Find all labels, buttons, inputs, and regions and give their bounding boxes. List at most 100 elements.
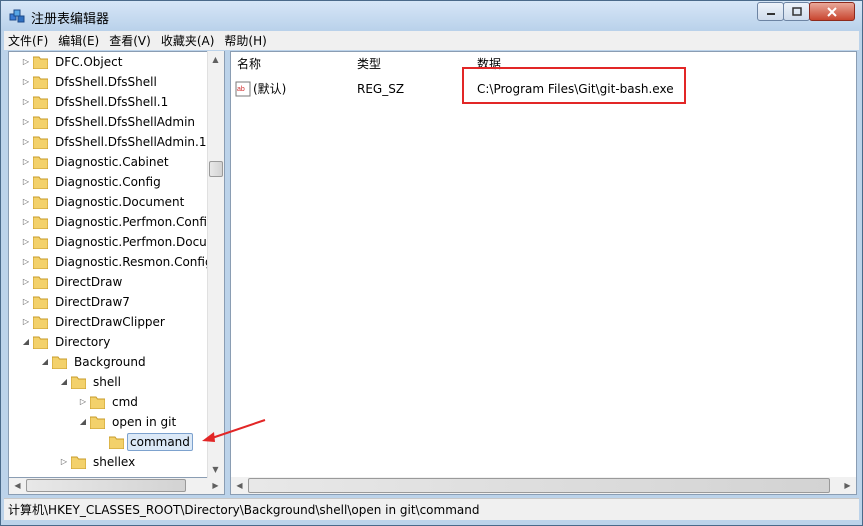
title-bar[interactable]: 注册表编辑器: [1, 1, 862, 31]
collapse-arrow-icon[interactable]: ◢: [40, 352, 50, 372]
folder-icon: [33, 176, 48, 189]
minimize-button[interactable]: [757, 2, 784, 21]
folder-icon: [33, 116, 48, 129]
tree-item[interactable]: ▷ Diagnostic.Document: [9, 192, 209, 212]
maximize-button[interactable]: [783, 2, 810, 21]
tree-item-label: Directory: [55, 335, 111, 349]
collapse-arrow-icon[interactable]: ◢: [21, 332, 31, 352]
regedit-app-icon: [9, 9, 25, 23]
maximize-icon: [791, 6, 802, 16]
expand-arrow-icon[interactable]: ▷: [21, 132, 31, 152]
tree-item[interactable]: ▷ Diagnostic.Resmon.Config: [9, 252, 213, 272]
folder-open-icon: [52, 356, 67, 369]
tree-item-label: DirectDrawClipper: [55, 315, 165, 329]
folder-open-icon: [71, 376, 86, 389]
tree-item[interactable]: ▷ DirectDraw7: [9, 292, 209, 312]
expand-arrow-icon[interactable]: ▷: [21, 272, 31, 292]
folder-icon: [33, 136, 48, 149]
folder-icon: [33, 56, 48, 69]
collapse-arrow-icon[interactable]: ◢: [59, 372, 69, 392]
folder-icon: [90, 396, 105, 409]
scroll-left-icon[interactable]: ◀: [10, 478, 25, 493]
scroll-down-icon[interactable]: ▼: [208, 462, 223, 477]
scroll-thumb[interactable]: [209, 161, 223, 177]
tree-item-cmd[interactable]: ▷ cmd: [9, 392, 209, 412]
column-header-name[interactable]: 名称: [231, 53, 351, 75]
minimize-icon: [766, 12, 775, 15]
expand-arrow-icon[interactable]: ▷: [21, 172, 31, 192]
annotation-arrow-icon: [202, 419, 266, 442]
expand-arrow-icon[interactable]: ▷: [21, 292, 31, 312]
list-horizontal-scrollbar[interactable]: ◀ ▶: [231, 477, 856, 494]
tree-item[interactable]: ▷ DFC.Object: [9, 52, 209, 72]
tree-item-label: DfsShell.DfsShell.1: [55, 95, 169, 109]
tree-item-open-in-git[interactable]: ◢ open in git: [9, 412, 209, 432]
expand-arrow-icon[interactable]: ▷: [21, 232, 31, 252]
tree-horizontal-scrollbar[interactable]: ◀ ▶: [8, 478, 225, 495]
expand-arrow-icon[interactable]: ▷: [21, 192, 31, 212]
folder-open-icon: [109, 436, 124, 449]
expand-arrow-icon[interactable]: ▷: [21, 72, 31, 92]
tree-item[interactable]: ▷ DirectDrawClipper: [9, 312, 209, 332]
menu-view[interactable]: 查看(V): [105, 32, 155, 49]
regedit-window: 注册表编辑器 文件(F) 编辑(E) 查看(V) 收藏夹(A) 帮助(H) ▷ …: [0, 0, 863, 526]
scroll-thumb[interactable]: [26, 479, 186, 492]
column-header-type[interactable]: 类型: [351, 53, 471, 75]
tree-item[interactable]: ▷ Diagnostic.Perfmon.Docur: [9, 232, 212, 252]
expand-arrow-icon[interactable]: ▷: [59, 452, 69, 472]
tree-item-label: DFC.Object: [55, 55, 123, 69]
values-list[interactable]: 名称 类型 数据 ab (默认) REG_SZ C:\Program Files…: [230, 51, 857, 495]
collapse-arrow-icon[interactable]: ◢: [78, 412, 88, 432]
folder-icon: [33, 316, 48, 329]
tree-item-label: Background: [74, 355, 146, 369]
tree-item[interactable]: ▷ DfsShell.DfsShellAdmin.1: [9, 132, 209, 152]
scroll-thumb[interactable]: [248, 478, 830, 493]
scroll-left-icon[interactable]: ◀: [232, 478, 247, 493]
tree-item[interactable]: ▷ Diagnostic.Perfmon.Config: [9, 212, 215, 232]
registry-tree[interactable]: ▷ DFC.Object ▷ DfsShell.DfsShell ▷ DfsSh…: [8, 51, 225, 478]
tree-vertical-scrollbar[interactable]: ▲ ▼: [207, 51, 224, 478]
tree-item-shellex[interactable]: ▷ shellex: [9, 452, 209, 472]
expand-arrow-icon[interactable]: ▷: [21, 252, 31, 272]
tree-item-label: DirectDraw: [55, 275, 123, 289]
scroll-right-icon[interactable]: ▶: [208, 478, 223, 493]
menu-edit[interactable]: 编辑(E): [54, 32, 103, 49]
folder-open-icon: [90, 416, 105, 429]
tree-item[interactable]: ▷ Diagnostic.Config: [9, 172, 209, 192]
status-bar: 计算机\HKEY_CLASSES_ROOT\Directory\Backgrou…: [4, 498, 859, 520]
scroll-right-icon[interactable]: ▶: [840, 478, 855, 493]
tree-item-label: Diagnostic.Cabinet: [55, 155, 169, 169]
tree-item-background[interactable]: ◢ Background: [9, 352, 209, 372]
tree-item-directory[interactable]: ◢ Directory: [9, 332, 209, 352]
tree-item-label: Diagnostic.Perfmon.Config: [55, 215, 215, 229]
folder-icon: [33, 236, 48, 249]
expand-arrow-icon[interactable]: ▷: [78, 392, 88, 412]
tree-item[interactable]: ▷ Diagnostic.Cabinet: [9, 152, 209, 172]
menu-file[interactable]: 文件(F): [4, 32, 52, 49]
expand-arrow-icon[interactable]: ▷: [21, 152, 31, 172]
tree-item[interactable]: ▷ DfsShell.DfsShell.1: [9, 92, 209, 112]
folder-icon: [33, 76, 48, 89]
tree-item-label-selected: command: [127, 433, 193, 451]
tree-item-label: DfsShell.DfsShellAdmin.1: [55, 135, 207, 149]
folder-icon: [33, 276, 48, 289]
tree-item-command[interactable]: command: [9, 432, 209, 452]
tree-item[interactable]: ▷ DfsShell.DfsShellAdmin: [9, 112, 209, 132]
scroll-up-icon[interactable]: ▲: [208, 52, 223, 67]
expand-arrow-icon[interactable]: ▷: [21, 312, 31, 332]
annotation-highlight-box: [462, 67, 686, 104]
expand-arrow-icon[interactable]: ▷: [21, 112, 31, 132]
expand-arrow-icon[interactable]: ▷: [21, 52, 31, 72]
folder-icon: [33, 256, 48, 269]
menu-favorites[interactable]: 收藏夹(A): [157, 32, 219, 49]
tree-item[interactable]: ▷ DfsShell.DfsShell: [9, 72, 209, 92]
tree-item-shell[interactable]: ◢ shell: [9, 372, 209, 392]
tree-item-label: open in git: [112, 415, 177, 429]
folder-icon: [33, 156, 48, 169]
expand-arrow-icon[interactable]: ▷: [21, 92, 31, 112]
close-button[interactable]: [809, 2, 855, 21]
folder-icon: [33, 96, 48, 109]
menu-help[interactable]: 帮助(H): [220, 32, 270, 49]
tree-item[interactable]: ▷ DirectDraw: [9, 272, 209, 292]
expand-arrow-icon[interactable]: ▷: [21, 212, 31, 232]
